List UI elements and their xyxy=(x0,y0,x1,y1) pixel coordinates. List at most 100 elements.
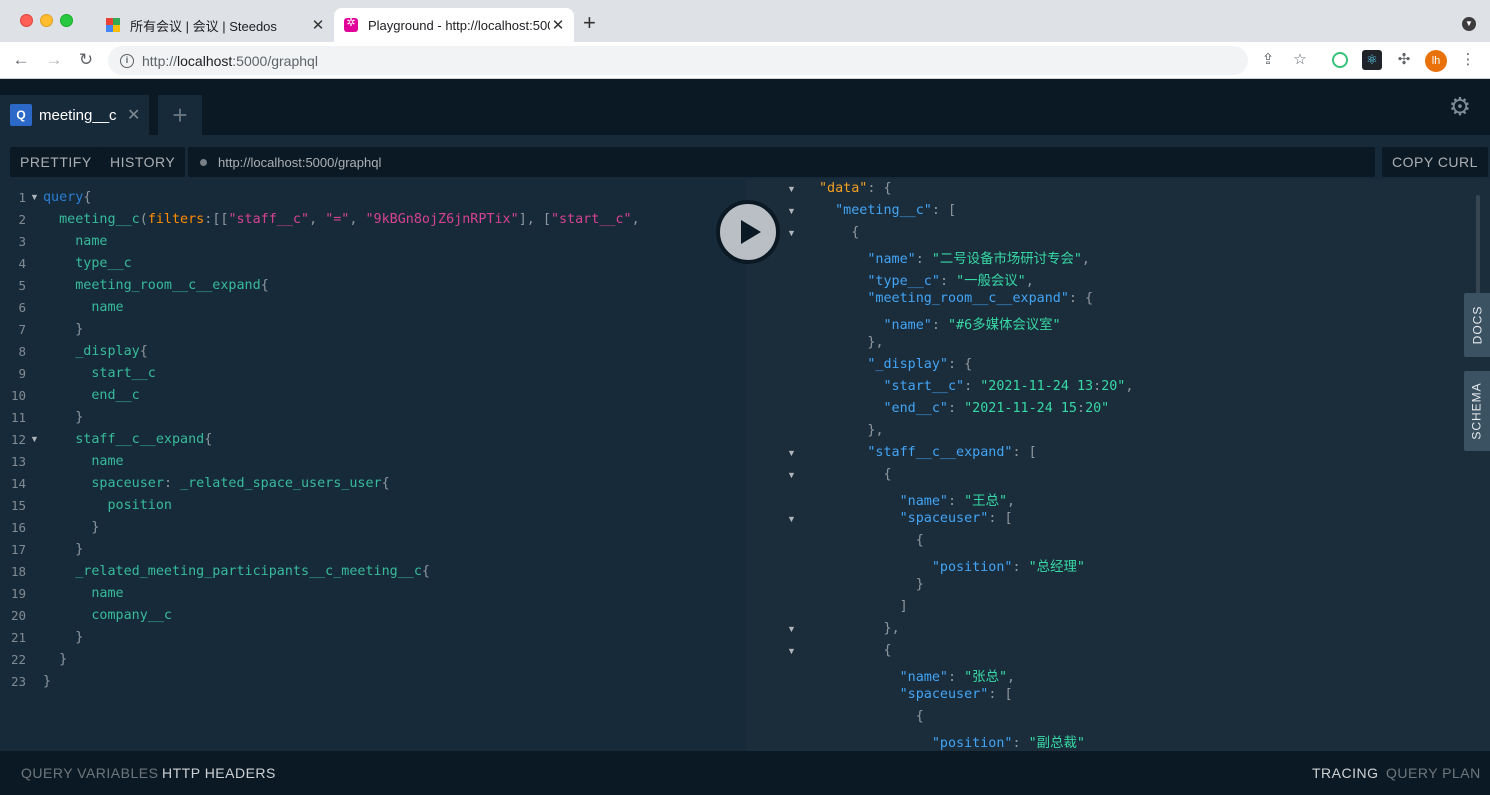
maximize-window-button[interactable] xyxy=(60,14,73,27)
more-menu-icon[interactable]: ⋮ xyxy=(1458,50,1478,70)
close-tab-icon[interactable]: ✕ xyxy=(550,16,566,34)
fold-arrow-icon[interactable]: ▼ xyxy=(787,228,796,238)
result-viewer: ▼ "data": { ▼ "meeting__c": [ ▼ { "name": "… xyxy=(746,179,1490,751)
line-number: 7 xyxy=(18,322,26,337)
add-tab-icon[interactable]: + xyxy=(158,95,202,135)
line-number: 17 xyxy=(10,542,26,557)
browser-tab-strip: 所有会议 | 会议 | Steedos ✕ Playground - http:… xyxy=(0,0,1490,42)
query-editor[interactable]: 1 ▼ query{2 meeting__c(filters:[["staff__c… xyxy=(0,189,746,751)
line-number: 5 xyxy=(18,278,26,293)
query-tab[interactable]: Q meeting__c ✕ xyxy=(0,95,149,135)
back-arrow-icon[interactable]: ← xyxy=(10,49,32,71)
tracing-tab[interactable]: TRACING xyxy=(1312,765,1379,781)
browser-tab-title: Playground - http://localhost:5000/graph… xyxy=(368,17,550,33)
result-line: }, xyxy=(867,423,884,438)
profile-avatar[interactable]: lh xyxy=(1425,50,1447,72)
result-scrollbar[interactable] xyxy=(1476,195,1480,300)
browser-tab-title: 所有会议 | 会议 | Steedos xyxy=(130,18,277,34)
result-line: "_display": { xyxy=(867,357,973,372)
playground-bottom-bar: QUERY VARIABLES HTTP HEADERS TRACING QUE… xyxy=(0,751,1490,795)
react-devtools-icon[interactable]: ⚛ xyxy=(1362,50,1382,70)
new-tab-icon[interactable]: + xyxy=(583,12,596,34)
close-tab-icon[interactable]: ✕ xyxy=(310,16,326,34)
graphql-playground: Q meeting__c ✕ + ⚙ PRETTIFY HISTORY http… xyxy=(0,79,1490,795)
fold-arrow-icon[interactable]: ▼ xyxy=(787,646,796,656)
result-line: "meeting__c": [ xyxy=(835,203,957,218)
code-line: } xyxy=(91,520,100,535)
result-line: { xyxy=(915,533,924,548)
code-line: staff__c__expand{ xyxy=(75,432,213,447)
result-line: "position": "总经理" xyxy=(931,560,1085,575)
result-line: "type__c": "一般会议", xyxy=(867,274,1034,289)
minimize-window-button[interactable] xyxy=(40,14,53,27)
execute-query-button[interactable] xyxy=(716,200,780,264)
line-number: 20 xyxy=(10,608,26,623)
fold-arrow-icon[interactable]: ▼ xyxy=(787,448,796,458)
site-info-icon[interactable]: i xyxy=(120,53,134,68)
line-number: 6 xyxy=(18,300,26,315)
result-line: "end__c": "2021-11-24 15:20" xyxy=(883,401,1110,416)
close-window-button[interactable] xyxy=(20,14,33,27)
fold-arrow-icon[interactable]: ▼ xyxy=(787,624,796,634)
forward-arrow-icon[interactable]: → xyxy=(43,49,65,71)
fold-arrow-icon[interactable]: ▼ xyxy=(787,206,796,216)
result-line: "data": { xyxy=(819,181,892,196)
line-number: 16 xyxy=(10,520,26,535)
copy-curl-button[interactable]: COPY CURL xyxy=(1382,147,1488,177)
fold-arrow-icon[interactable]: ▼ xyxy=(787,514,796,524)
result-line: "name": "张总", xyxy=(899,670,1016,685)
result-line: } xyxy=(915,577,924,592)
schema-tab[interactable]: SCHEMA xyxy=(1464,371,1490,451)
schema-tab-label: SCHEMA xyxy=(1470,382,1484,440)
bookmark-star-icon[interactable]: ☆ xyxy=(1290,50,1310,70)
line-number: 18 xyxy=(10,564,26,579)
fold-arrow-icon[interactable]: ▼ xyxy=(787,184,796,194)
result-line: "name": "王总", xyxy=(899,494,1016,509)
play-icon xyxy=(741,220,761,244)
fold-arrow-icon[interactable]: ▼ xyxy=(30,192,39,202)
code-line: start__c xyxy=(91,366,156,381)
code-line: position xyxy=(107,498,173,513)
line-number: 11 xyxy=(10,410,26,425)
share-icon[interactable]: ⇪ xyxy=(1258,50,1278,70)
http-headers-tab[interactable]: HTTP HEADERS xyxy=(162,765,276,781)
history-button[interactable]: HISTORY xyxy=(100,147,186,177)
line-number: 8 xyxy=(18,344,26,359)
fold-arrow-icon[interactable]: ▼ xyxy=(787,470,796,480)
settings-gear-icon[interactable]: ⚙ xyxy=(1447,94,1473,120)
extension-circle-icon[interactable] xyxy=(1332,52,1348,68)
code-line: _display{ xyxy=(75,344,148,359)
endpoint-url: http://localhost:5000/graphql xyxy=(218,154,382,170)
code-line: name xyxy=(75,234,108,249)
close-query-tab-icon[interactable]: ✕ xyxy=(127,105,149,125)
query-variables-tab[interactable]: QUERY VARIABLES xyxy=(21,765,158,781)
extensions-puzzle-icon[interactable]: ✣ xyxy=(1394,50,1414,70)
result-line: "name": "#6多媒体会议室" xyxy=(883,318,1061,333)
result-line: "position": "副总裁" xyxy=(931,736,1085,751)
code-line: company__c xyxy=(91,608,172,623)
endpoint-input[interactable]: http://localhost:5000/graphql xyxy=(188,147,1375,177)
reload-icon[interactable]: ↻ xyxy=(75,49,97,71)
url-path: :5000/graphql xyxy=(232,52,318,69)
browser-tab-steedos[interactable]: 所有会议 | 会议 | Steedos ✕ xyxy=(94,8,334,42)
fold-arrow-icon[interactable]: ▼ xyxy=(30,434,39,444)
line-number: 3 xyxy=(18,234,26,249)
line-number: 21 xyxy=(10,630,26,645)
browser-tab-playground[interactable]: Playground - http://localhost:5000/graph… xyxy=(334,8,574,42)
docs-tab[interactable]: DOCS xyxy=(1464,293,1490,357)
query-tab-name: meeting__c xyxy=(39,106,117,124)
line-number: 12 xyxy=(10,432,26,447)
code-line: spaceuser: _related_space_users_user{ xyxy=(91,476,390,491)
address-bar[interactable]: i http://localhost:5000/graphql xyxy=(108,46,1248,75)
result-line: "spaceuser": [ xyxy=(899,687,1013,702)
line-number: 22 xyxy=(10,652,26,667)
query-plan-tab[interactable]: QUERY PLAN xyxy=(1386,765,1481,781)
query-badge: Q xyxy=(10,104,32,126)
code-line: query{ xyxy=(43,190,92,205)
playground-tab-bar: Q meeting__c ✕ + ⚙ xyxy=(0,79,1490,135)
prettify-button[interactable]: PRETTIFY xyxy=(10,147,102,177)
line-number: 13 xyxy=(10,454,26,469)
code-line: } xyxy=(75,410,84,425)
tab-search-icon[interactable]: ▼ xyxy=(1462,17,1476,31)
result-line: }, xyxy=(867,335,884,350)
